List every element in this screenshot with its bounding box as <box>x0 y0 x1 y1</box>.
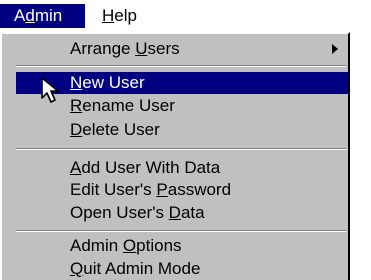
menu-item-label-post: sers <box>147 39 180 58</box>
admin-dropdown-menu: Arrange Users New User Rename User Delet… <box>0 32 350 280</box>
menu-item-label-post: elete User <box>82 120 160 139</box>
menu-item-accel: N <box>70 73 83 92</box>
menu-item-admin-options[interactable]: Admin Options <box>22 235 348 257</box>
menubar-admin[interactable]: Admin <box>0 4 86 28</box>
menu-item-accel: Q <box>70 259 84 278</box>
menubar-help-label-post: elp <box>114 6 137 25</box>
menu-bar: Admin Help <box>0 0 371 32</box>
menu-item-edit-password[interactable]: Edit User's Password <box>22 179 348 201</box>
menu-item-label-post: ata <box>180 203 205 222</box>
menubar-help-accel: H <box>102 6 115 25</box>
menu-item-rename-user[interactable]: Rename User <box>22 95 348 117</box>
menu-separator <box>16 230 346 232</box>
menu-item-delete-user[interactable]: Delete User <box>22 119 348 141</box>
menu-item-accel: O <box>122 236 137 255</box>
menu-item-open-user-data[interactable]: Open User's Data <box>22 202 348 224</box>
menu-item-accel: A <box>70 158 82 177</box>
mouse-pointer-icon <box>41 77 59 103</box>
menu-item-label-post: dd User With Data <box>81 158 221 177</box>
menu-item-accel: D <box>70 120 83 139</box>
menubar-help[interactable]: Help <box>98 4 164 28</box>
menu-item-accel: U <box>135 39 148 58</box>
menu-item-label-post: uit Admin Mode <box>83 259 201 278</box>
menu-separator <box>16 148 346 150</box>
menu-item-accel: R <box>70 96 83 115</box>
menu-item-accel: P <box>156 180 168 199</box>
menu-item-label-post: assword <box>167 180 232 199</box>
menu-item-add-user-with-data[interactable]: Add User With Data <box>22 157 348 179</box>
menu-separator <box>16 65 346 67</box>
menu-item-label-post: ename User <box>82 96 175 115</box>
menu-item-quit-admin-mode[interactable]: Quit Admin Mode <box>22 258 348 280</box>
menu-item-label-pre: Admin <box>70 236 123 255</box>
menubar-admin-label-post: min <box>34 6 63 25</box>
triangle-right-icon <box>332 44 338 54</box>
menu-item-label-post: ew User <box>82 73 145 92</box>
menubar-admin-accel: d <box>25 6 35 25</box>
menu-item-label-pre: Arrange <box>70 39 136 58</box>
menu-item-arrange-users[interactable]: Arrange Users <box>22 38 348 60</box>
menu-item-new-user[interactable]: New User <box>16 72 348 94</box>
menu-item-label-pre: Edit User's <box>70 180 157 199</box>
menu-item-accel: D <box>168 203 181 222</box>
menubar-admin-label-pre: A <box>14 6 26 25</box>
menu-item-label-pre: Open User's <box>70 203 169 222</box>
menu-item-label-post: ptions <box>136 236 182 255</box>
